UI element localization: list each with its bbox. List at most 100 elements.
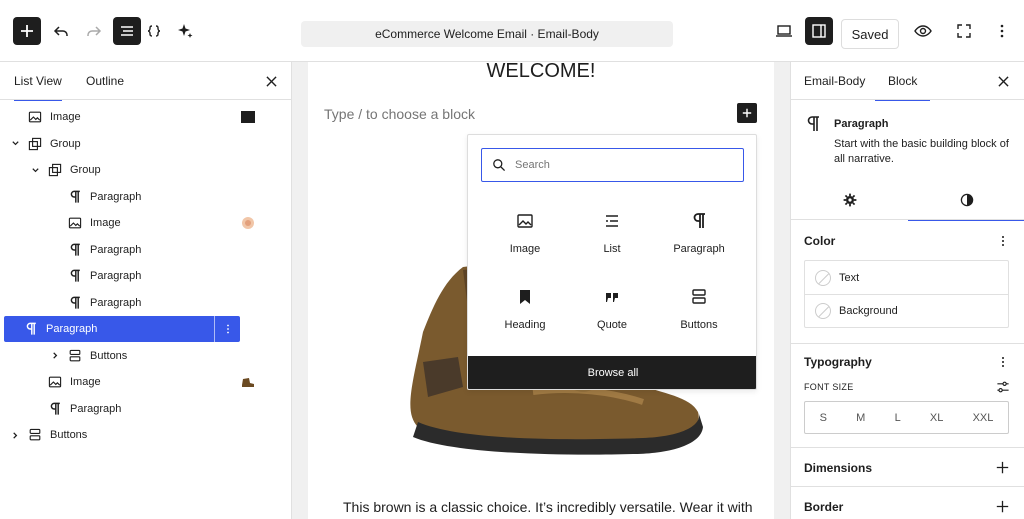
- redo-button[interactable]: [80, 17, 108, 45]
- buttons-icon: [66, 347, 84, 365]
- fullscreen-button[interactable]: [950, 17, 978, 45]
- inserter-block-quote[interactable]: Quote: [572, 287, 652, 347]
- list-view-item-label: Image: [90, 217, 121, 229]
- list-view-item-group[interactable]: Group: [8, 131, 284, 157]
- font-size-m[interactable]: M: [856, 412, 865, 424]
- list-view-item-image[interactable]: Image: [8, 104, 284, 130]
- text-color-label: Text: [839, 271, 860, 284]
- list-view-panel: List View Outline Image Group Group Paragra…: [0, 62, 292, 519]
- list-view-item-group[interactable]: Group: [28, 157, 284, 183]
- saved-button[interactable]: Saved: [841, 19, 899, 49]
- chevron-down-icon[interactable]: [28, 166, 42, 175]
- font-size-xl[interactable]: XL: [930, 412, 943, 424]
- typography-options-button[interactable]: [994, 353, 1012, 371]
- gear-icon: [843, 193, 856, 207]
- list-view-icon: [121, 26, 133, 36]
- image-icon: [515, 211, 535, 231]
- search-icon: [493, 159, 506, 172]
- document-overview-button[interactable]: [113, 17, 141, 45]
- buttons-icon: [26, 426, 44, 444]
- list-view-item-image[interactable]: Image: [48, 210, 284, 236]
- vertical-dots-icon: [1001, 235, 1005, 247]
- styles-half-circle-icon: [960, 193, 973, 207]
- search-input[interactable]: [515, 159, 735, 171]
- list-view-item-buttons[interactable]: Buttons: [8, 422, 284, 448]
- block-placeholder[interactable]: Type / to choose a block: [324, 106, 475, 122]
- list-view-item-buttons[interactable]: Buttons: [48, 343, 284, 369]
- chevron-right-icon[interactable]: [8, 431, 22, 440]
- font-size-xxl[interactable]: XXL: [973, 412, 994, 424]
- inserter-block-label: Buttons: [680, 319, 718, 331]
- block-search-field[interactable]: [481, 148, 744, 182]
- border-section-title[interactable]: Border: [804, 500, 843, 514]
- paragraph-icon: [46, 400, 64, 418]
- close-icon: [265, 75, 277, 87]
- list-view-item-paragraph[interactable]: Paragraph: [4, 316, 240, 342]
- divider: [791, 343, 1024, 344]
- add-block-button[interactable]: [13, 17, 41, 45]
- inserter-block-paragraph[interactable]: Paragraph: [659, 211, 739, 271]
- color-settings-box: Text Background: [804, 260, 1009, 328]
- tab-styles[interactable]: [908, 180, 1024, 221]
- inserter-block-buttons[interactable]: Buttons: [659, 287, 739, 347]
- quote-icon: [602, 287, 622, 307]
- chevron-right-icon[interactable]: [48, 351, 62, 360]
- preview-button[interactable]: [909, 17, 937, 45]
- dimensions-section-title[interactable]: Dimensions: [804, 461, 872, 475]
- plus-icon: [996, 500, 1008, 512]
- tab-email-body[interactable]: Email-Body: [804, 62, 865, 100]
- image-icon: [66, 214, 84, 232]
- redo-icon: [87, 26, 102, 36]
- tab-block[interactable]: Block: [874, 62, 931, 101]
- paragraph-icon: [66, 294, 84, 312]
- browse-all-button[interactable]: Browse all: [468, 356, 756, 389]
- inserter-block-heading[interactable]: Heading: [485, 287, 565, 347]
- font-size-custom-button[interactable]: [994, 378, 1012, 396]
- tab-list-view[interactable]: List View: [14, 62, 62, 101]
- welcome-heading[interactable]: WELCOME!: [308, 62, 774, 83]
- background-color-option[interactable]: Background: [805, 294, 1008, 327]
- block-options-button[interactable]: [214, 316, 240, 342]
- list-view-item-paragraph[interactable]: Paragraph: [48, 263, 284, 289]
- tab-settings[interactable]: [791, 180, 908, 220]
- inserter-block-label: List: [603, 243, 621, 255]
- image-icon: [26, 108, 44, 126]
- inline-inserter-button[interactable]: [737, 103, 757, 123]
- close-settings-button[interactable]: [994, 72, 1012, 90]
- list-view-item-image[interactable]: Image: [28, 369, 284, 395]
- list-view-item-label: Group: [70, 164, 101, 176]
- inserter-block-label: Quote: [597, 319, 627, 331]
- undo-button[interactable]: [47, 17, 75, 45]
- color-options-button[interactable]: [994, 232, 1012, 250]
- ai-sparkle-button[interactable]: [171, 17, 199, 45]
- font-size-l[interactable]: L: [895, 412, 901, 424]
- code-button[interactable]: [140, 17, 168, 45]
- product-description-text[interactable]: This brown is a classic choice. It’s inc…: [343, 499, 753, 515]
- inserter-block-image[interactable]: Image: [485, 211, 565, 271]
- close-list-view-button[interactable]: [262, 72, 280, 90]
- block-name: Paragraph: [834, 118, 889, 130]
- inserter-block-label: Heading: [504, 319, 546, 331]
- options-menu-button[interactable]: [988, 17, 1016, 45]
- preview-device-button[interactable]: [770, 17, 798, 45]
- add-dimensions-button[interactable]: [994, 459, 1010, 475]
- list-view-item-paragraph[interactable]: Paragraph: [48, 184, 284, 210]
- list-view-item-label: Paragraph: [90, 190, 142, 203]
- text-color-option[interactable]: Text: [805, 261, 1008, 294]
- paragraph-icon: [807, 116, 819, 131]
- list-view-item-label: Paragraph: [90, 296, 142, 309]
- tab-outline[interactable]: Outline: [86, 62, 124, 100]
- document-title[interactable]: eCommerce Welcome Email · Email-Body: [301, 21, 673, 47]
- font-size-s[interactable]: S: [820, 412, 827, 424]
- chevron-down-icon[interactable]: [8, 139, 22, 148]
- image-icon: [46, 373, 64, 391]
- list-view-item-label: Image: [50, 111, 81, 123]
- list-view-item-paragraph[interactable]: Paragraph: [28, 396, 284, 422]
- divider: [791, 486, 1024, 487]
- list-view-item-paragraph[interactable]: Paragraph: [48, 237, 284, 263]
- list-view-item-paragraph[interactable]: Paragraph: [48, 290, 284, 316]
- settings-sidebar-button[interactable]: [805, 17, 833, 45]
- inserter-block-list[interactable]: List: [572, 211, 652, 271]
- add-border-button[interactable]: [994, 498, 1010, 514]
- sidebar-tabs: Email-Body Block: [791, 62, 1024, 101]
